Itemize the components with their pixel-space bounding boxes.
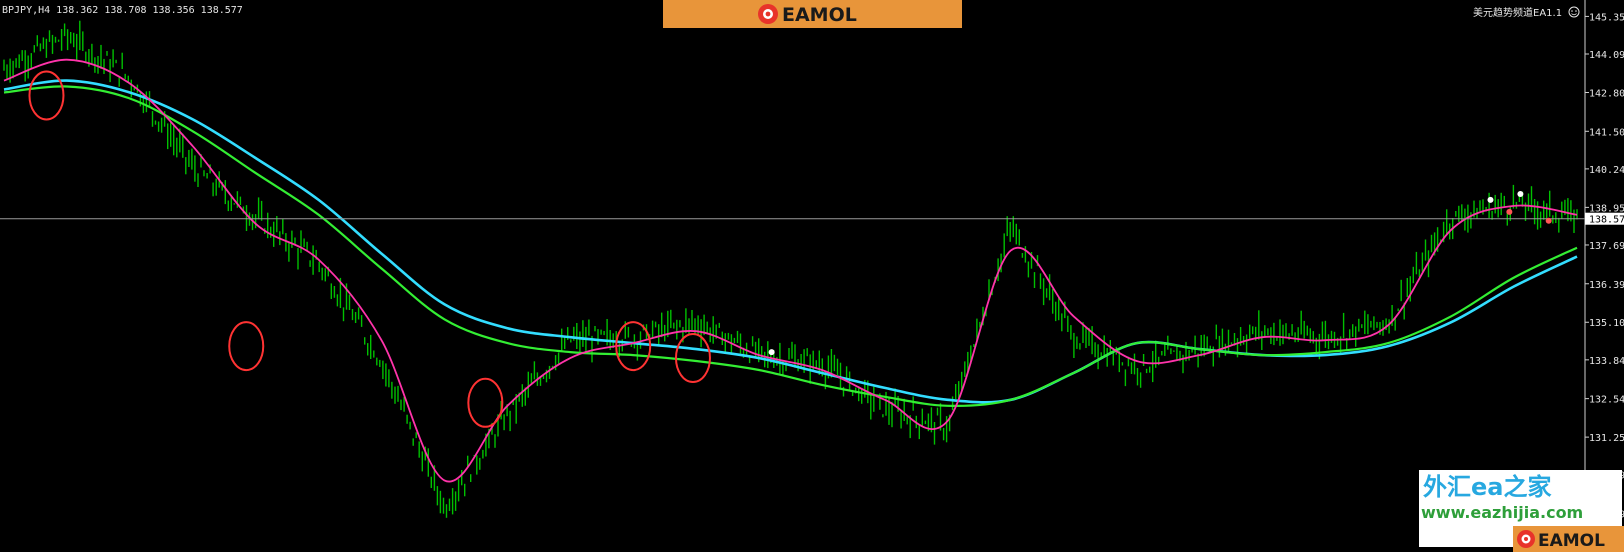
eamol-logo-icon <box>758 4 778 24</box>
eamol-logo-icon <box>1517 530 1535 548</box>
signal-marker <box>1487 196 1494 203</box>
price-tick-label: 132.54 <box>1589 395 1624 406</box>
top-brand-text: EAMOL <box>782 4 857 26</box>
bottom-brand-badge: EAMOL <box>1513 526 1624 552</box>
top-brand-banner: EAMOL <box>663 0 962 28</box>
price-tick-label: 144.09 <box>1589 50 1624 61</box>
price-tick-label: 141.50 <box>1589 127 1624 138</box>
price-tick-label: 142.80 <box>1589 88 1624 99</box>
current-price-label: 138.57 <box>1589 215 1624 226</box>
price-chart[interactable]: 145.35144.09142.80141.50140.24138.95137.… <box>0 0 1624 552</box>
bottom-brand-text: EAMOL <box>1538 531 1605 551</box>
price-tick-label: 145.35 <box>1589 12 1624 23</box>
price-tick-label: 137.69 <box>1589 241 1624 252</box>
price-tick-label: 133.84 <box>1589 356 1624 367</box>
watermark-url: www.eazhijia.com <box>1421 503 1583 522</box>
price-tick-label: 140.24 <box>1589 165 1624 176</box>
price-tick-label: 135.10 <box>1589 318 1624 329</box>
current-price-tag: 138.57 <box>1585 212 1624 226</box>
price-tick-label: 136.39 <box>1589 280 1624 291</box>
signal-marker <box>1506 208 1513 215</box>
ea-name-label: 美元趋势频道EA1.1 <box>1473 6 1562 19</box>
signal-marker <box>768 349 775 356</box>
signal-marker <box>1517 190 1524 197</box>
chart-background <box>0 0 1624 552</box>
watermark-title: 外汇ea之家 <box>1423 473 1551 501</box>
symbol-ohlc-text: BPJPY,H4 138.362 138.708 138.356 138.577 <box>2 5 243 16</box>
price-tick-label: 131.25 <box>1589 433 1624 444</box>
signal-marker <box>1545 217 1552 224</box>
